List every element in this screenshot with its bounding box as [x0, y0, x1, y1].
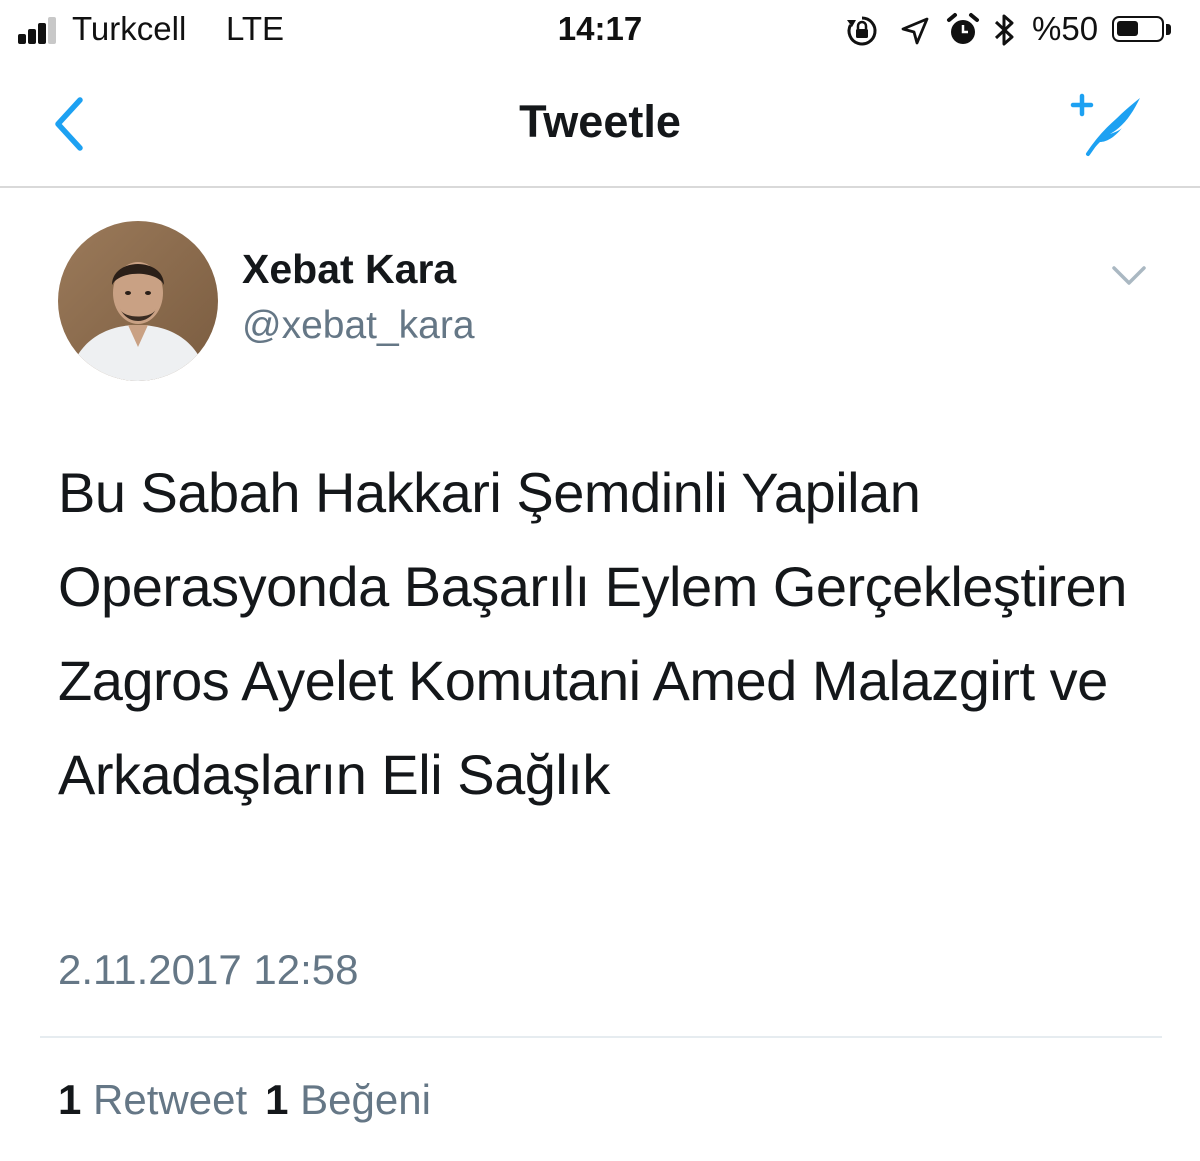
- battery-level-fill: [1117, 21, 1138, 36]
- tweet-timestamp: 2.11.2017 12:58: [58, 946, 359, 993]
- profile-photo: [58, 221, 218, 381]
- location-arrow-icon: [901, 17, 929, 45]
- tweet-options-button[interactable]: [1108, 258, 1150, 292]
- tweet-stats: 1 Retweet 1 Beğeni: [58, 1076, 449, 1124]
- alarm-icon: [947, 13, 979, 44]
- status-time: 14:17: [557, 10, 643, 47]
- username[interactable]: @xebat_kara: [242, 304, 475, 348]
- orientation-lock-icon: [847, 16, 877, 46]
- battery-icon: [1112, 16, 1164, 42]
- bluetooth-icon: [994, 14, 1014, 46]
- compose-tweet-button[interactable]: [1066, 84, 1150, 160]
- chevron-down-icon: [1112, 266, 1146, 285]
- tweet-text: Bu Sabah Hakkari Şemdinli Yapilan Operas…: [58, 461, 1127, 806]
- retweet-stat[interactable]: 1 Retweet: [58, 1076, 247, 1123]
- retweet-count: 1: [58, 1076, 82, 1123]
- display-name[interactable]: Xebat Kara: [242, 246, 456, 293]
- navigation-bar: Tweetle: [0, 62, 1200, 188]
- like-label: Beğeni: [300, 1076, 431, 1123]
- page-title: Tweetle: [519, 96, 681, 147]
- battery-tip: [1166, 24, 1171, 35]
- battery-percentage: %50: [1032, 10, 1099, 47]
- status-bar: Turkcell LTE 14:17 %50: [0, 0, 1200, 62]
- compose-tweet-icon: [1070, 93, 1140, 156]
- avatar[interactable]: [58, 221, 218, 381]
- retweet-label: Retweet: [93, 1076, 248, 1123]
- like-count: 1: [265, 1076, 289, 1123]
- like-stat[interactable]: 1 Beğeni: [265, 1076, 431, 1123]
- divider: [40, 1036, 1162, 1038]
